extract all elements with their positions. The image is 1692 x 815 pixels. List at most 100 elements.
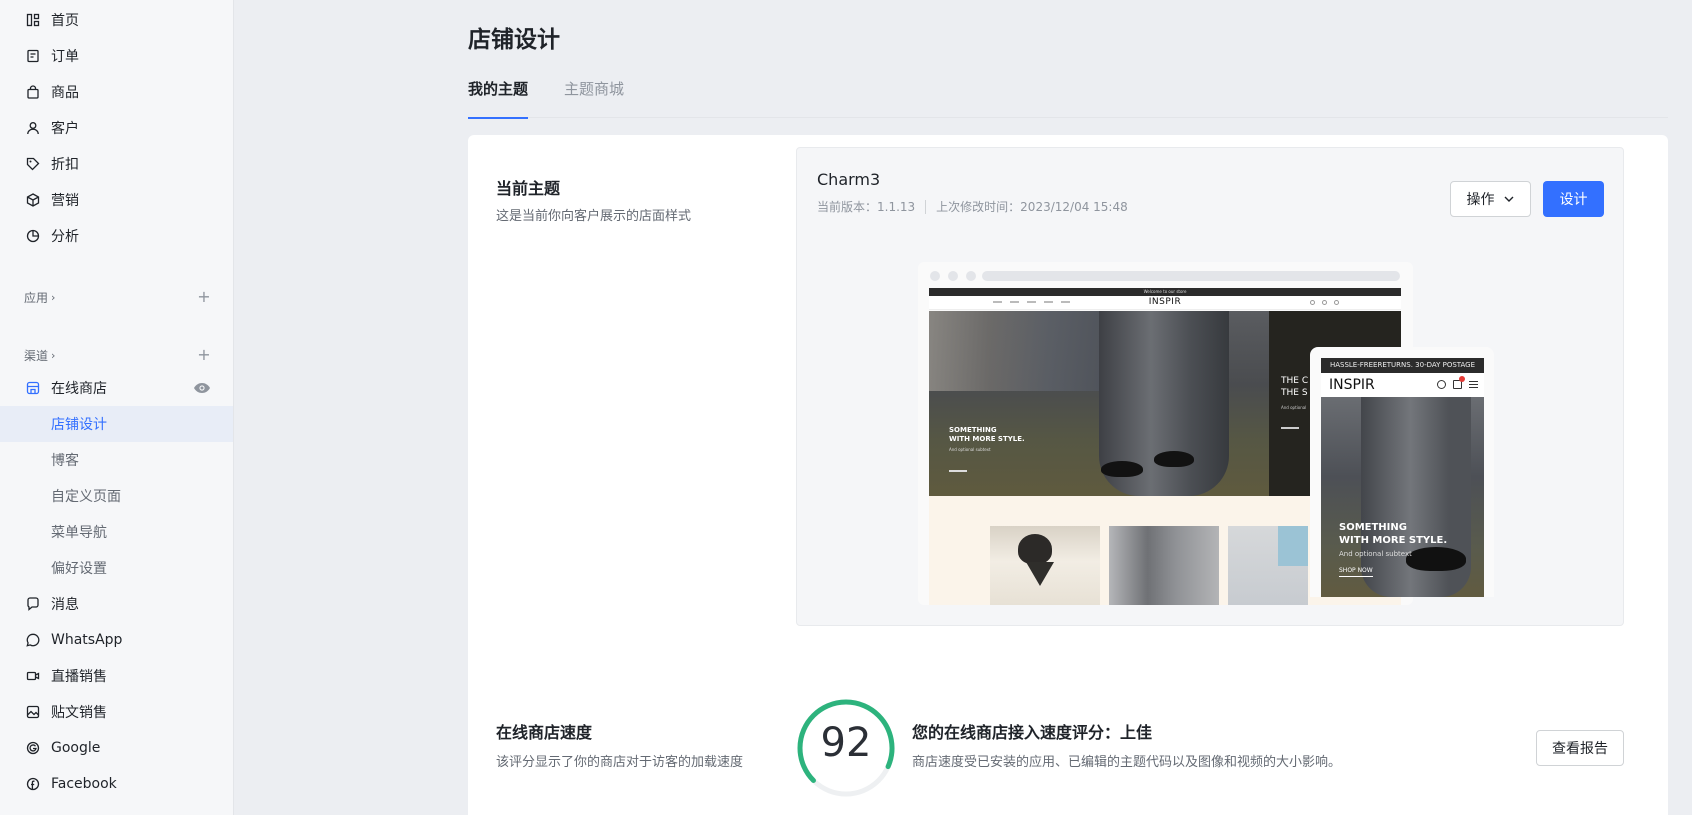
sidebar-item-preferences[interactable]: 偏好设置 (0, 550, 233, 586)
sidebar-item-label: 营销 (51, 193, 79, 209)
facebook-icon (26, 777, 40, 791)
store-icon (26, 381, 40, 395)
chevron-right-icon: › (51, 349, 56, 362)
product-image (1228, 526, 1308, 605)
channels-section-label[interactable]: 渠道 › (24, 347, 55, 364)
sidebar-item-label: 博客 (51, 453, 79, 469)
current-theme-title: 当前主题 (496, 179, 561, 198)
speed-score-gauge: 92 (796, 698, 896, 798)
sidebar-item-store-design[interactable]: 店铺设计 (0, 406, 233, 442)
desktop-right-title: THE C THE S (1281, 376, 1309, 398)
bag-icon (26, 85, 40, 99)
design-button[interactable]: 设计 (1543, 181, 1604, 217)
sidebar-item-label: 折扣 (51, 157, 79, 173)
post-image-icon (26, 705, 40, 719)
order-icon (26, 49, 40, 63)
sidebar-item-label: Facebook (51, 776, 117, 792)
user-icon (26, 121, 40, 135)
desktop-hero-subtext: And optional subtext (949, 447, 991, 452)
tab-label: 我的主题 (468, 80, 529, 98)
sidebar-item-label: 客户 (51, 121, 79, 137)
cube-icon (26, 193, 40, 207)
sidebar-item-blog[interactable]: 博客 (0, 442, 233, 478)
sidebar-item-label: 消息 (51, 597, 79, 613)
mobile-hero-title: SOMETHING WITH MORE STYLE. (1339, 522, 1448, 546)
sidebar-item-home[interactable]: 首页 (0, 2, 233, 38)
store-speed-desc: 该评分显示了你的商店对于访客的加载速度 (496, 755, 744, 770)
desktop-store-header: INSPIR (929, 296, 1401, 310)
live-video-icon (26, 669, 40, 683)
apps-section-label[interactable]: 应用 › (24, 289, 55, 306)
chevron-down-icon (1504, 196, 1513, 202)
desktop-right-subtext: And optional (1281, 405, 1307, 410)
mobile-preview: HASSLE-FREERETURNS. 30-DAY POSTAGE PAID … (1310, 347, 1494, 597)
desktop-right-cta (1281, 427, 1299, 429)
desktop-header-icons (1310, 300, 1339, 305)
product-image (1109, 526, 1219, 605)
eye-icon[interactable] (193, 381, 211, 395)
mobile-announcement-bar: HASSLE-FREERETURNS. 30-DAY POSTAGE PAID (1321, 358, 1484, 384)
message-icon (26, 597, 40, 611)
apps-label: 应用 (24, 291, 49, 305)
page-title: 店铺设计 (468, 27, 560, 53)
tab-theme-store[interactable]: 主题商城 (564, 78, 624, 118)
search-icon (1437, 380, 1446, 389)
sidebar-item-label: 偏好设置 (51, 561, 107, 577)
mobile-store-logo: INSPIR (1329, 377, 1375, 393)
sidebar-item-label: 菜单导航 (51, 525, 107, 541)
sidebar-item-label: 首页 (51, 13, 79, 29)
current-theme-panel: Charm3 当前版本：1.1.13 上次修改时间：2023/12/04 15:… (796, 147, 1624, 626)
sidebar-item-orders[interactable]: 订单 (0, 38, 233, 74)
view-report-button[interactable]: 查看报告 (1536, 730, 1624, 766)
actions-label: 操作 (1466, 192, 1495, 208)
sidebar-item-discounts[interactable]: 折扣 (0, 146, 233, 182)
sidebar-item-label: 商品 (51, 85, 79, 101)
sidebar-item-label: 店铺设计 (51, 417, 107, 433)
sidebar-item-post-sales[interactable]: 贴文销售 (0, 694, 233, 730)
mobile-hero-image: SOMETHING WITH MORE STYLE. And optional … (1321, 397, 1484, 597)
sidebar-item-label: 贴文销售 (51, 705, 107, 721)
sidebar-item-label: 订单 (51, 49, 79, 65)
sidebar-item-google[interactable]: Google (0, 730, 233, 766)
sidebar-item-label: 在线商店 (51, 381, 107, 397)
google-icon (26, 741, 40, 755)
address-bar (982, 271, 1400, 281)
chevron-right-icon: › (51, 291, 56, 304)
whatsapp-icon (26, 633, 40, 647)
mobile-hero-subtext: And optional subtext (1339, 550, 1412, 558)
theme-card: 当前主题 这是当前你向客户展示的店面样式 Charm3 当前版本：1.1.13 … (468, 135, 1668, 815)
tab-label: 主题商城 (564, 80, 625, 98)
mobile-header-icons (1437, 376, 1478, 389)
dashboard-icon (26, 13, 40, 27)
hamburger-icon (1469, 381, 1478, 388)
sidebar-item-label: 自定义页面 (51, 489, 121, 505)
sidebar-item-marketing[interactable]: 营销 (0, 182, 233, 218)
tag-icon (26, 157, 40, 171)
sidebar-item-label: 直播销售 (51, 669, 107, 685)
tab-my-themes[interactable]: 我的主题 (468, 78, 529, 119)
theme-modified-time: 上次修改时间：2023/12/04 15:48 (936, 200, 1128, 214)
desktop-hero-cta (949, 470, 967, 472)
theme-meta: 当前版本：1.1.13 上次修改时间：2023/12/04 15:48 (817, 198, 1128, 215)
add-app-icon[interactable]: + (197, 289, 211, 305)
mobile-store-header: INSPIR (1321, 373, 1484, 397)
sidebar-item-analytics[interactable]: 分析 (0, 218, 233, 254)
sidebar-item-menu-nav[interactable]: 菜单导航 (0, 514, 233, 550)
sidebar-item-products[interactable]: 商品 (0, 74, 233, 110)
cart-icon (1453, 376, 1465, 389)
add-channel-icon[interactable]: + (197, 347, 211, 363)
sidebar-item-messages[interactable]: 消息 (0, 586, 233, 622)
speed-score-value: 92 (820, 720, 872, 766)
sidebar-item-custom-pages[interactable]: 自定义页面 (0, 478, 233, 514)
meta-divider (925, 199, 927, 214)
sidebar-item-customers[interactable]: 客户 (0, 110, 233, 146)
speed-headline: 您的在线商店接入速度评分：上佳 (912, 723, 1153, 742)
sidebar-item-whatsapp[interactable]: WhatsApp (0, 622, 233, 658)
sidebar-item-live-sales[interactable]: 直播销售 (0, 658, 233, 694)
pie-chart-icon (26, 229, 40, 243)
actions-dropdown-button[interactable]: 操作 (1450, 181, 1531, 217)
window-dots (930, 271, 976, 281)
sidebar-item-facebook[interactable]: Facebook (0, 766, 233, 802)
desktop-hero-title: SOMETHING WITH MORE STYLE. (949, 426, 1025, 443)
mobile-hero-cta: SHOP NOW (1339, 567, 1373, 577)
